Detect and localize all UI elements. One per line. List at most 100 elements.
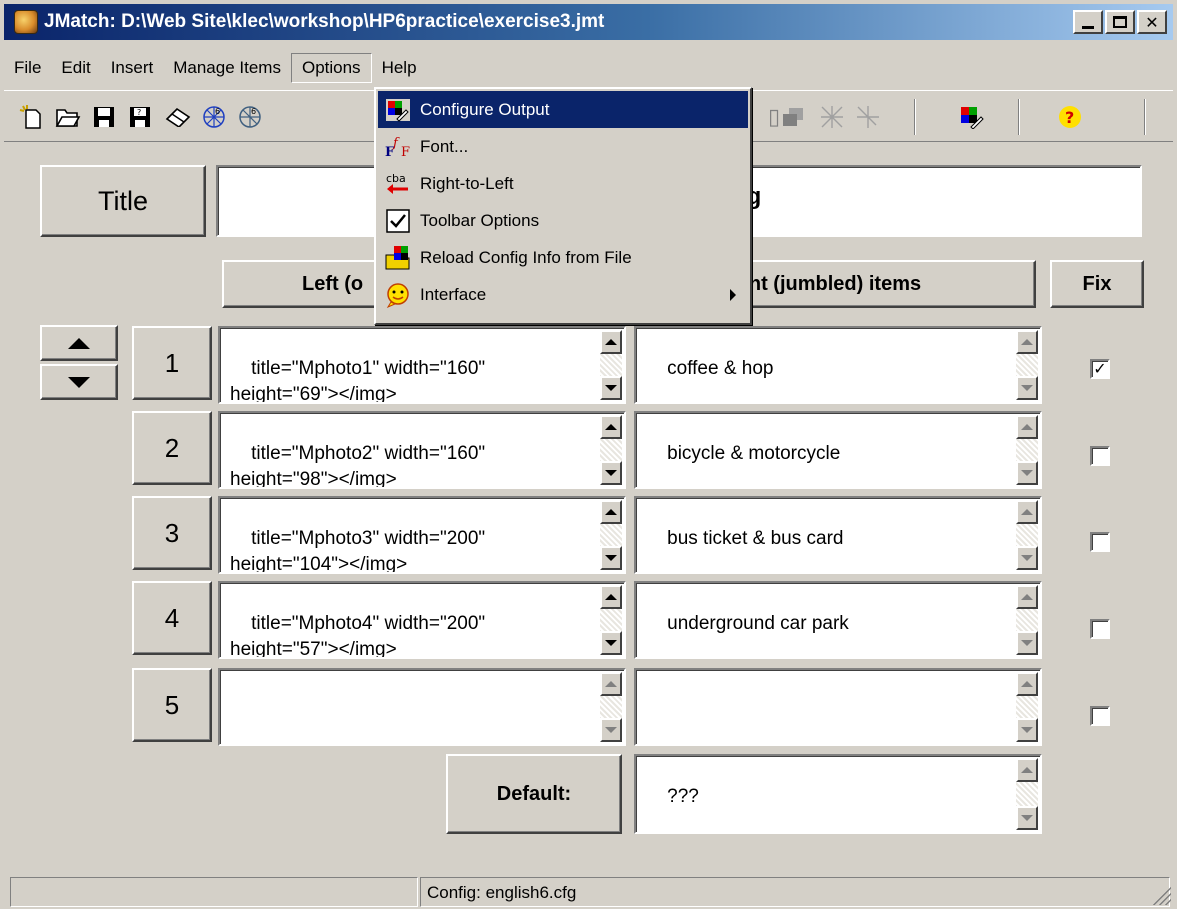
window-title: JMatch: D:\Web Site\klec\workshop\HP6pra…	[44, 11, 605, 32]
scrollbar[interactable]	[1016, 672, 1038, 742]
create-web-page-icon[interactable]: 6	[200, 103, 228, 131]
toolbar-separator	[1018, 99, 1020, 135]
resize-grip[interactable]	[1151, 885, 1171, 905]
export-disabled-icon	[780, 103, 808, 131]
maximize-icon	[1113, 16, 1127, 28]
menu-help[interactable]: Help	[372, 54, 427, 82]
right-item-5[interactable]	[634, 668, 1042, 746]
scrollbar[interactable]	[600, 672, 622, 742]
status-bar: Config: english6.cfg	[4, 873, 1173, 907]
move-down-button[interactable]	[40, 364, 118, 400]
title-bar[interactable]: JMatch: D:\Web Site\klec\workshop\HP6pra…	[4, 4, 1173, 40]
fix-checkbox-4[interactable]	[1090, 619, 1110, 639]
title-label: Title	[40, 165, 206, 237]
menu-toolbar-options[interactable]: Toolbar Options	[378, 202, 748, 239]
save-icon[interactable]	[90, 103, 118, 131]
menu-item-label: Font...	[420, 136, 469, 156]
jmatch-window: JMatch: D:\Web Site\klec\workshop\HP6pra…	[0, 0, 1177, 909]
menu-item-label: Reload Config Info from File	[420, 247, 632, 267]
fix-checkbox-3[interactable]	[1090, 532, 1110, 552]
scrollbar[interactable]	[1016, 500, 1038, 570]
menu-edit[interactable]: Edit	[51, 54, 100, 82]
menu-configure-output[interactable]: Configure Output	[378, 91, 748, 128]
row-number-5[interactable]: 5	[132, 668, 212, 742]
menu-right-to-left[interactable]: cba Right-to-Left	[378, 165, 748, 202]
left-item-text: title="Mphoto2" width="160" height="98">…	[230, 443, 486, 489]
scrollbar[interactable]	[600, 330, 622, 400]
menu-options[interactable]: Options	[290, 53, 372, 83]
drag-export-disabled-icon	[854, 103, 882, 131]
menu-file[interactable]: File	[4, 54, 51, 82]
new-file-icon[interactable]	[18, 103, 46, 131]
row-number-4[interactable]: 4	[132, 581, 212, 655]
menu-insert[interactable]: Insert	[101, 54, 164, 82]
toolbar-separator	[914, 99, 916, 135]
menu-manage-items[interactable]: Manage Items	[163, 54, 291, 82]
svg-text:?: ?	[1065, 108, 1074, 127]
left-item-3[interactable]: title="Mphoto3" width="200" height="104"…	[218, 496, 626, 574]
right-item-3[interactable]: bus ticket & bus card	[634, 496, 1042, 574]
menu-item-label: Interface	[420, 284, 487, 304]
close-icon: ✕	[1145, 12, 1159, 32]
left-item-2[interactable]: title="Mphoto2" width="160" height="98">…	[218, 411, 626, 489]
right-item-text: coffee & hop	[667, 358, 774, 379]
left-item-4[interactable]: title="Mphoto4" width="200" height="57">…	[218, 581, 626, 659]
submenu-arrow-icon	[730, 289, 736, 301]
default-label: Default:	[446, 754, 622, 834]
right-item-text: bicycle & motorcycle	[667, 443, 841, 464]
right-item-4[interactable]: underground car park	[634, 581, 1042, 659]
status-config: Config: english6.cfg	[420, 877, 1170, 907]
right-to-left-icon: cba	[384, 171, 412, 197]
svg-text:f: f	[392, 136, 400, 151]
row-number-3[interactable]: 3	[132, 496, 212, 570]
menu-item-label: Toolbar Options	[420, 210, 540, 230]
reload-config-icon	[384, 245, 412, 271]
move-up-button[interactable]	[40, 325, 118, 361]
menu-bar: File Edit Insert Manage Items Options He…	[4, 52, 427, 84]
help-icon[interactable]: ?	[1056, 103, 1084, 131]
menu-font[interactable]: FfF Font...	[378, 128, 748, 165]
scrollbar[interactable]	[600, 500, 622, 570]
svg-text:6: 6	[251, 107, 256, 116]
status-pane-left	[10, 877, 418, 907]
fix-checkbox-2[interactable]	[1090, 446, 1110, 466]
window-controls: ✕	[1073, 10, 1167, 34]
configure-output-icon	[384, 97, 412, 123]
scrollbar[interactable]	[600, 415, 622, 485]
right-item-1[interactable]: coffee & hop	[634, 326, 1042, 404]
arrow-down-icon	[68, 376, 90, 388]
menu-reload-config[interactable]: Reload Config Info from File	[378, 239, 748, 276]
left-item-text: title="Mphoto1" width="160" height="69">…	[230, 358, 486, 404]
fix-header: Fix	[1050, 260, 1144, 308]
arrow-up-icon	[68, 337, 90, 349]
right-item-2[interactable]: bicycle & motorcycle	[634, 411, 1042, 489]
scrollbar[interactable]	[600, 585, 622, 655]
fix-checkbox-5[interactable]	[1090, 706, 1110, 726]
close-button[interactable]: ✕	[1137, 10, 1167, 34]
row-number-2[interactable]: 2	[132, 411, 212, 485]
toolbar-options-icon	[384, 208, 412, 234]
left-item-1[interactable]: title="Mphoto1" width="160" height="69">…	[218, 326, 626, 404]
default-distractor-input[interactable]: ???	[634, 754, 1042, 834]
font-icon: FfF	[384, 134, 412, 160]
eraser-icon[interactable]	[164, 103, 192, 131]
default-value-text: ???	[667, 786, 699, 807]
scrollbar[interactable]	[1016, 758, 1038, 830]
save-as-icon[interactable]: ?	[126, 103, 154, 131]
maximize-button[interactable]	[1105, 10, 1135, 34]
open-folder-icon[interactable]	[54, 103, 82, 131]
svg-text:?: ?	[137, 108, 141, 117]
row-number-1[interactable]: 1	[132, 326, 212, 400]
menu-interface[interactable]: Interface	[378, 276, 748, 313]
toolbar-separator	[1144, 99, 1146, 135]
fix-checkbox-1[interactable]: ✓	[1090, 359, 1110, 379]
svg-text:cba: cba	[386, 172, 406, 185]
create-drag-drop-icon[interactable]: 6	[236, 103, 264, 131]
minimize-button[interactable]	[1073, 10, 1103, 34]
scrollbar[interactable]	[1016, 330, 1038, 400]
scrollbar[interactable]	[1016, 415, 1038, 485]
left-item-5[interactable]	[218, 668, 626, 746]
configure-output-icon[interactable]	[958, 103, 986, 131]
jmatch-app-icon[interactable]	[14, 10, 38, 34]
scrollbar[interactable]	[1016, 585, 1038, 655]
